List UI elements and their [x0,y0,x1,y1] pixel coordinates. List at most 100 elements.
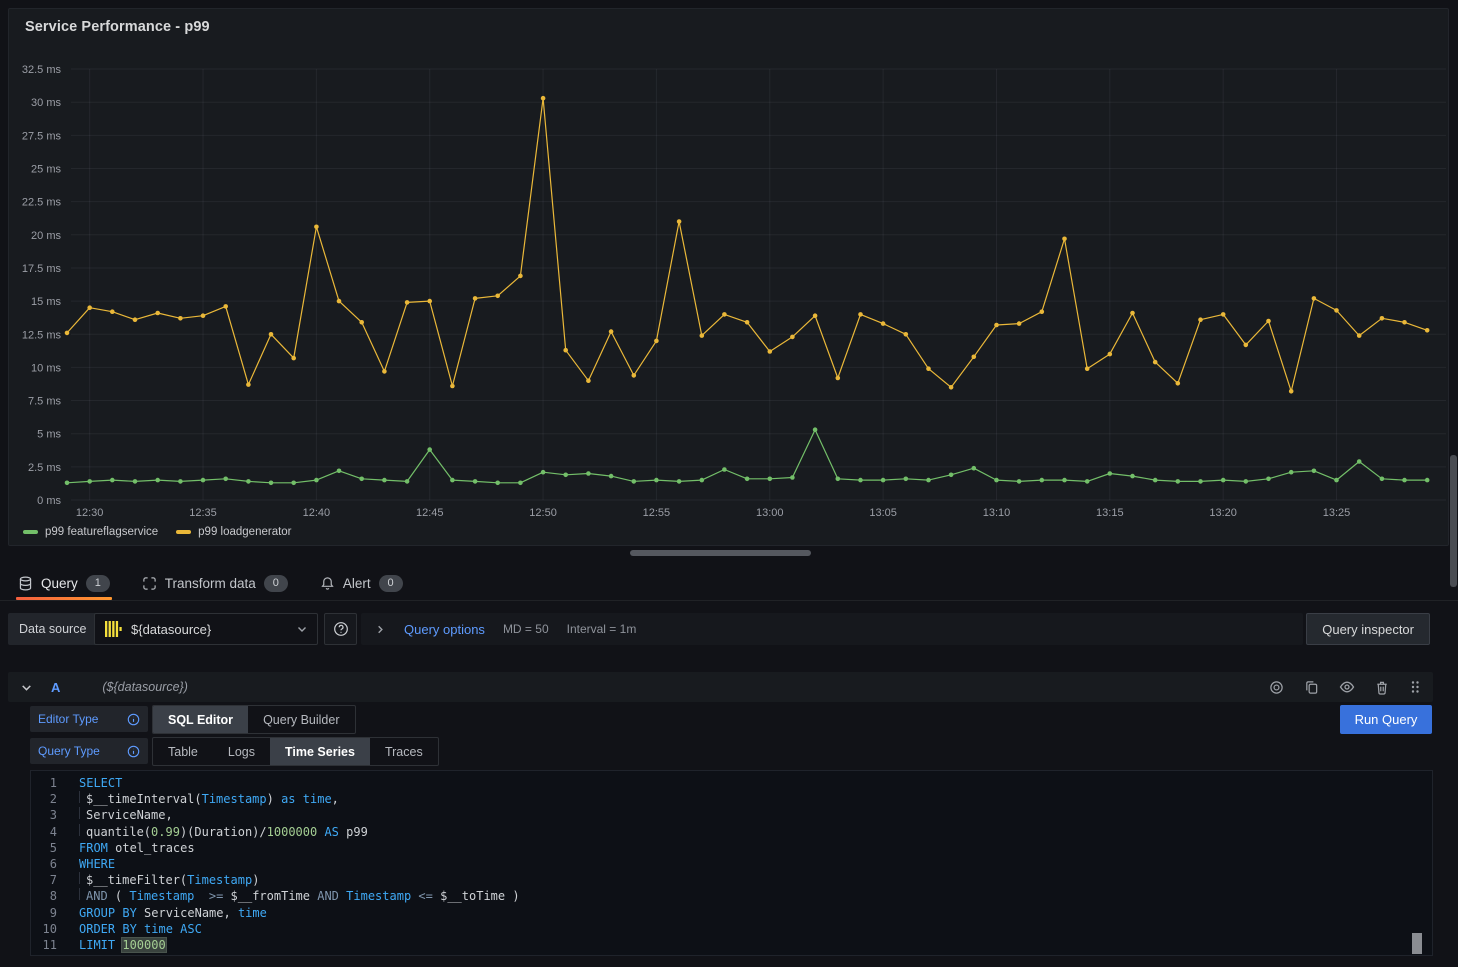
query-options-bar: Query options MD = 50 Interval = 1m [361,613,1303,645]
chart-legend: p99 featureflagservice p99 loadgenerator [23,526,292,538]
timeseries-chart[interactable]: 0 ms2.5 ms5 ms7.5 ms10 ms12.5 ms15 ms17.… [9,43,1450,523]
code-line[interactable]: 8AND ( Timestamp >= $__fromTime AND Time… [31,888,1432,904]
line-number: 11 [31,937,65,953]
line-number: 9 [31,905,65,921]
code-line[interactable]: 4quantile(0.99)(Duration)/1000000 AS p99 [31,824,1432,840]
sql-code-editor[interactable]: 1SELECT2$__timeInterval(Timestamp) as ti… [30,770,1433,956]
indent-guide [79,807,86,819]
datasource-label: Data source [8,613,97,645]
svg-text:13:25: 13:25 [1323,507,1351,519]
svg-text:12:35: 12:35 [189,507,217,519]
query-datasource-hint: (${datasource}) [102,680,187,694]
svg-text:13:00: 13:00 [756,507,784,519]
svg-text:13:10: 13:10 [983,507,1011,519]
bell-icon [320,576,335,591]
svg-text:2.5 ms: 2.5 ms [28,462,62,474]
line-number: 7 [31,872,65,888]
legend-item-featureflagservice[interactable]: p99 featureflagservice [23,526,158,538]
svg-text:12:50: 12:50 [529,507,557,519]
svg-text:7.5 ms: 7.5 ms [28,396,62,408]
tab-query[interactable]: Query 1 [16,566,112,600]
query-type-option-time-series[interactable]: Time Series [270,738,370,765]
tab-label: Alert [343,576,371,591]
code-line[interactable]: 7$__timeFilter(Timestamp) [31,872,1432,888]
collapse-chevron-icon[interactable] [20,681,33,694]
duplicate-query-icon[interactable] [1304,680,1319,695]
legend-label: p99 loadgenerator [198,526,291,538]
legend-swatch-green [23,530,38,534]
chevron-right-icon[interactable] [375,624,386,635]
tab-alert[interactable]: Alert 0 [318,566,405,600]
query-options-toggle[interactable]: Query options [404,622,485,637]
code-line[interactable]: 6WHERE [31,856,1432,872]
line-number: 6 [31,856,65,872]
horizontal-scrollbar-thumb[interactable] [630,550,811,556]
code-line[interactable]: 2$__timeInterval(Timestamp) as time, [31,791,1432,807]
editor-type-option-sql-editor[interactable]: SQL Editor [153,706,248,733]
indent-guide [79,824,86,836]
query-type-group: Table Logs Time Series Traces [152,737,439,766]
svg-text:12:45: 12:45 [416,507,444,519]
info-circle-icon[interactable] [127,713,140,726]
code-line[interactable]: 9GROUP BY ServiceName, time [31,905,1432,921]
remove-query-trash-icon[interactable] [1375,680,1389,695]
datasource-help-button[interactable] [324,613,357,645]
tab-transform-data[interactable]: Transform data 0 [140,566,290,600]
editor-type-option-query-builder[interactable]: Query Builder [248,706,354,733]
svg-text:13:15: 13:15 [1096,507,1124,519]
query-ref-id: A [51,680,60,695]
svg-text:15 ms: 15 ms [31,296,61,308]
code-line[interactable]: 3ServiceName, [31,807,1432,823]
query-type-label: Query Type [30,738,148,764]
sql-code-lines: 1SELECT2$__timeInterval(Timestamp) as ti… [31,775,1432,953]
indent-guide [79,888,86,900]
timeseries-panel: Service Performance - p99 0 ms2.5 ms5 ms… [8,8,1449,546]
svg-text:12:55: 12:55 [643,507,671,519]
hide-response-eye-icon[interactable] [1339,679,1355,695]
svg-text:12:30: 12:30 [76,507,104,519]
code-line[interactable]: 5FROM otel_traces [31,840,1432,856]
line-number: 10 [31,921,65,937]
legend-swatch-yellow [176,530,191,534]
line-number: 1 [31,775,65,791]
svg-text:32.5 ms: 32.5 ms [22,64,62,76]
datasource-picker[interactable]: ${datasource} [94,613,318,645]
svg-text:13:20: 13:20 [1209,507,1237,519]
legend-item-loadgenerator[interactable]: p99 loadgenerator [176,526,291,538]
line-number: 8 [31,888,65,904]
code-line[interactable]: 10ORDER BY time ASC [31,921,1432,937]
disable-query-icon[interactable] [1269,680,1284,695]
svg-text:13:05: 13:05 [869,507,897,519]
chevron-down-icon [296,623,308,635]
query-inspector-button[interactable]: Query inspector [1306,613,1430,645]
query-row-header[interactable]: A (${datasource}) [8,672,1433,702]
run-query-button[interactable]: Run Query [1340,705,1432,734]
tab-query-count-badge: 1 [86,575,110,592]
panel-title[interactable]: Service Performance - p99 [25,19,210,35]
database-icon [18,576,33,591]
query-options-md: MD = 50 [503,622,549,636]
editor-type-group: SQL Editor Query Builder [152,705,356,734]
code-line[interactable]: 11LIMIT 100000 [31,937,1432,953]
svg-text:20 ms: 20 ms [31,230,61,242]
vertical-scrollbar-thumb[interactable] [1450,455,1457,587]
transform-icon [142,576,157,591]
svg-text:10 ms: 10 ms [31,362,61,374]
question-circle-icon [333,621,349,637]
line-number: 4 [31,824,65,840]
tab-transform-count-badge: 0 [264,575,288,592]
drag-handle-icon[interactable] [1409,680,1421,694]
indent-guide [79,872,86,884]
tab-label: Transform data [165,576,256,591]
code-line[interactable]: 1SELECT [31,775,1432,791]
query-type-option-table[interactable]: Table [153,738,213,765]
query-row-actions [1269,679,1421,695]
datasource-value: ${datasource} [131,622,287,637]
editor-scrollbar-thumb[interactable] [1412,933,1422,954]
svg-text:17.5 ms: 17.5 ms [22,263,62,275]
svg-text:12:40: 12:40 [303,507,331,519]
query-type-option-logs[interactable]: Logs [213,738,270,765]
query-type-option-traces[interactable]: Traces [370,738,438,765]
info-circle-icon[interactable] [127,745,140,758]
editor-type-label: Editor Type [30,706,148,732]
